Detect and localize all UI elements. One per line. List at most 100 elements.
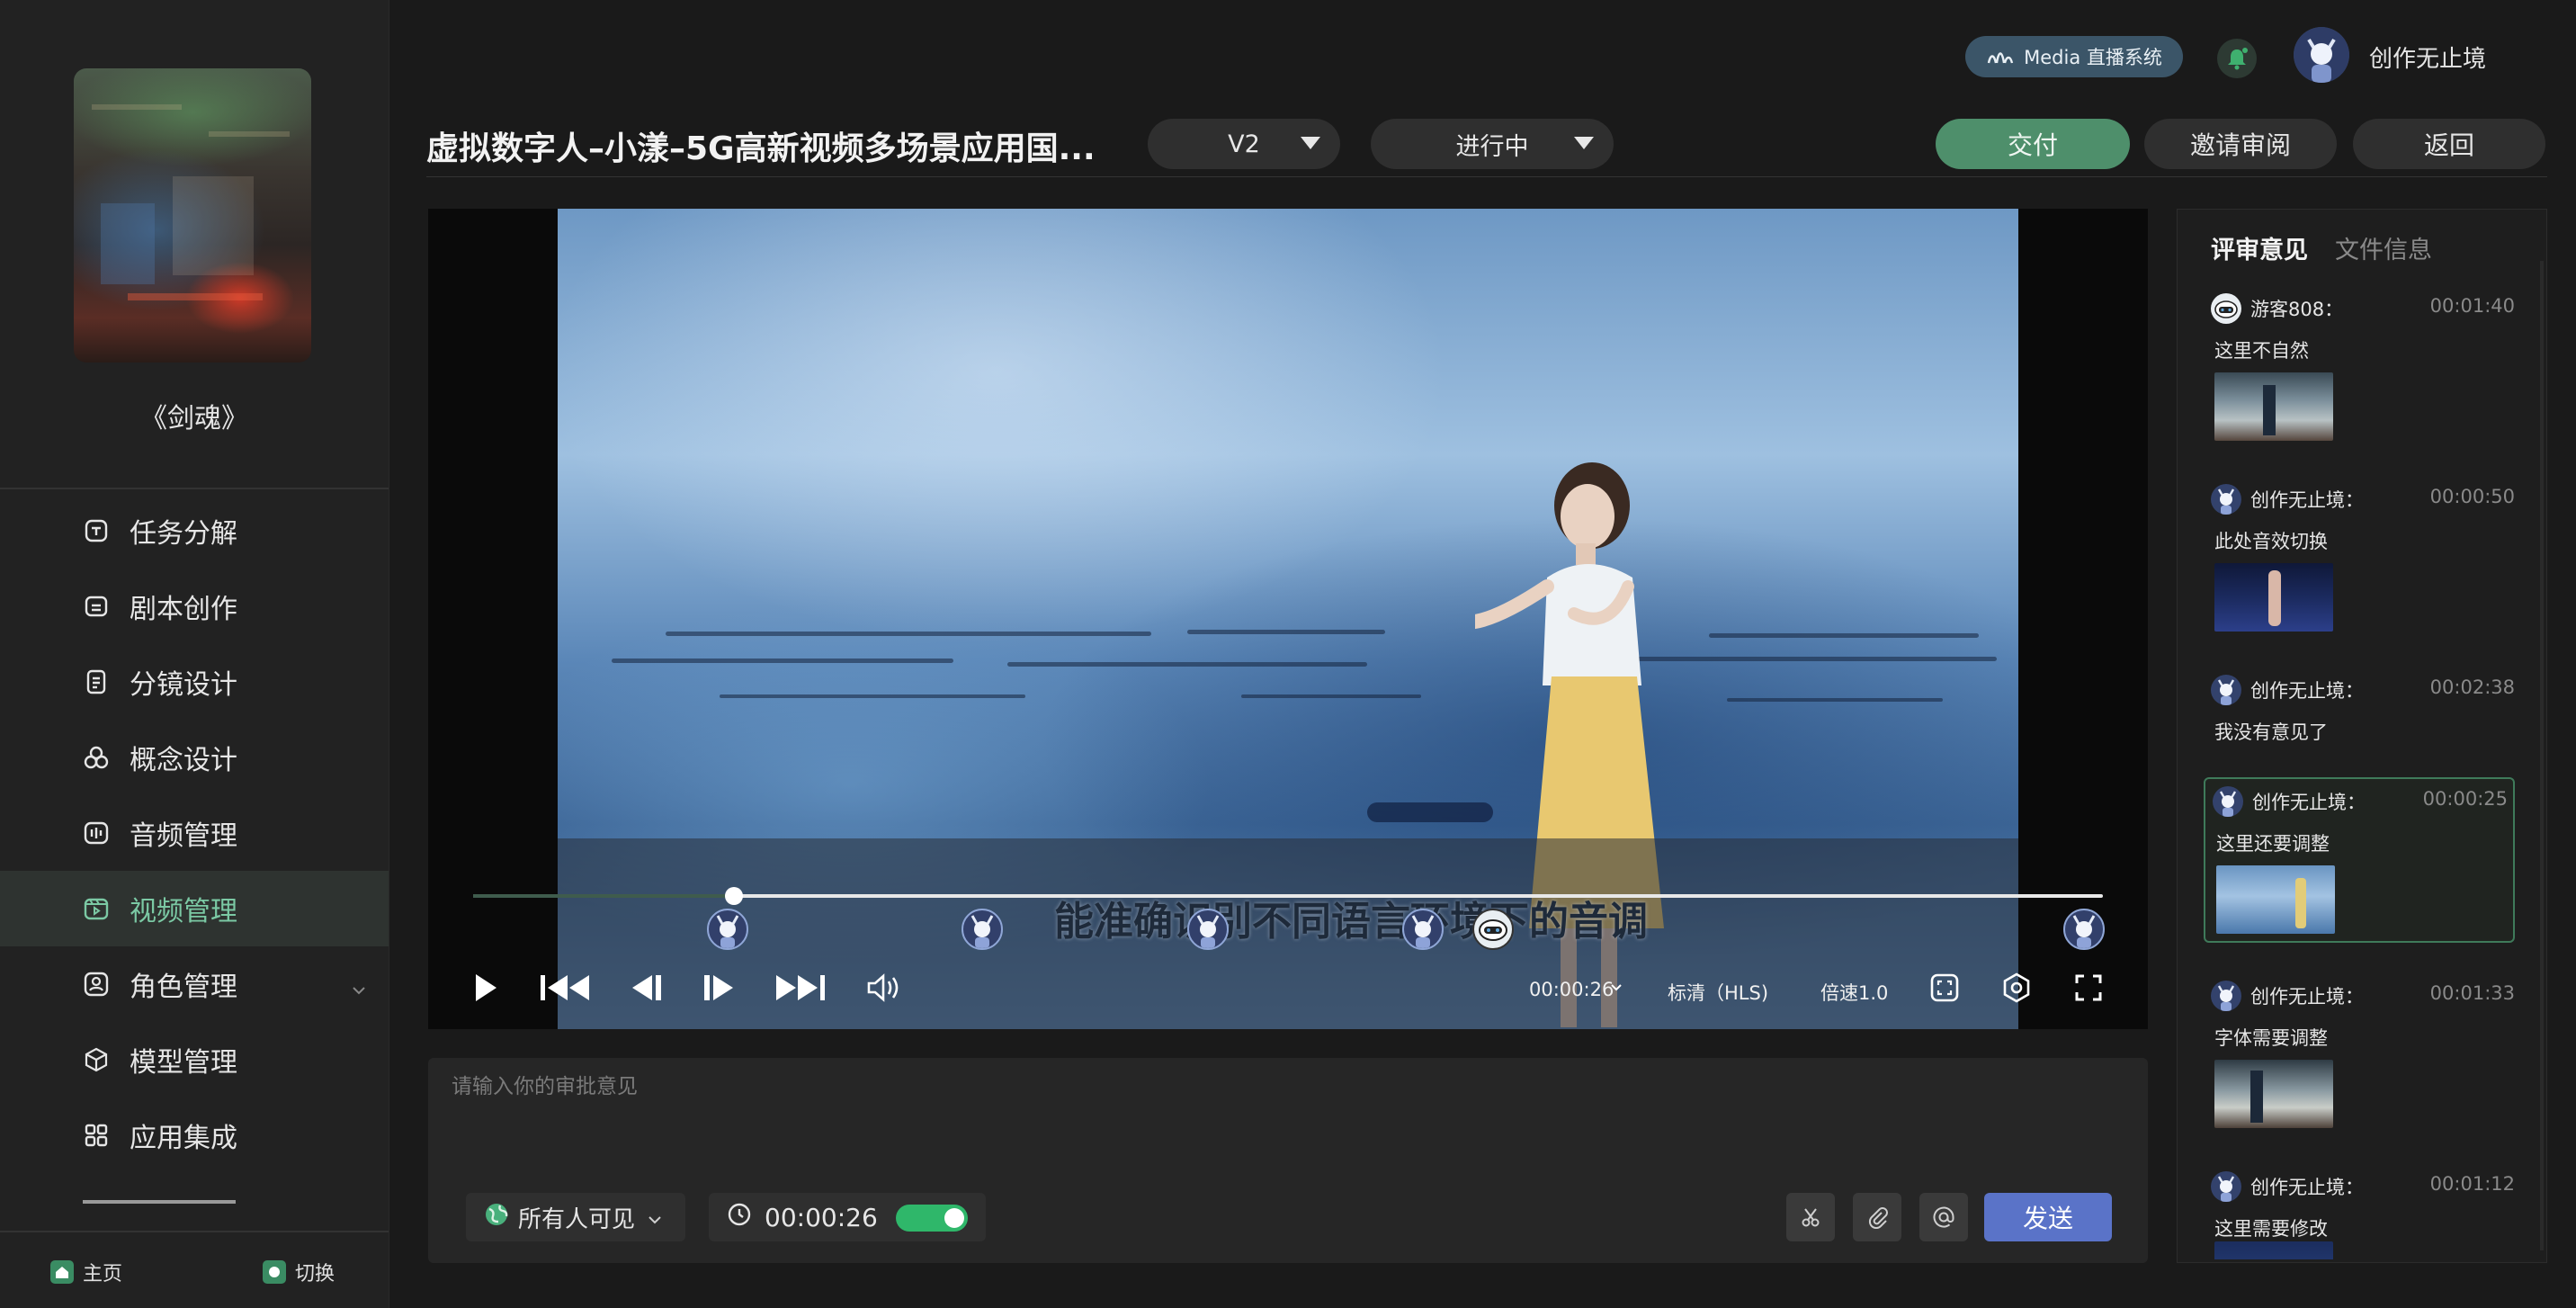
switch-label: 切换 [295, 1263, 335, 1286]
sidebar-item-model[interactable]: 模型管理 [0, 1022, 389, 1097]
sidebar-item-app[interactable]: 应用集成 [0, 1097, 389, 1173]
comment-time[interactable]: 00:00:50 [2430, 486, 2515, 507]
video-title: 虚拟数字人–小漾–5G高新视频多场景应用国... [426, 130, 1096, 167]
comment-thumbnail[interactable] [2216, 865, 2335, 934]
storyboard-icon [83, 668, 110, 695]
mention-icon[interactable] [1919, 1193, 1968, 1241]
review-comment[interactable]: 创作无止境： 00:01:12 这里需要修改 [2204, 1164, 2515, 1259]
comment-marker-guest[interactable] [1472, 909, 1514, 950]
task-icon [83, 517, 110, 544]
comment-time[interactable]: 00:01:33 [2430, 982, 2515, 1004]
chevron-down-icon [648, 1204, 662, 1231]
comment-text: 字体需要调整 [2214, 1027, 2328, 1049]
sidebar-item-role[interactable]: 角色管理 [0, 946, 389, 1022]
current-time[interactable]: 00:00:26 [1529, 979, 1614, 1000]
script-icon [83, 593, 110, 620]
chevron-down-icon[interactable] [1610, 982, 1623, 993]
review-comment[interactable]: 游客808： 00:01:40 这里不自然 [2204, 286, 2515, 453]
comment-thumbnail[interactable] [2214, 563, 2333, 632]
timestamp-toggle[interactable] [896, 1205, 968, 1232]
version-select[interactable]: V2 [1148, 119, 1340, 169]
user-avatar-small [2211, 484, 2241, 515]
sidebar-item-storyboard[interactable]: 分镜设计 [0, 644, 389, 720]
user-avatar-small [2211, 981, 2241, 1011]
comment-thumbnail[interactable] [2214, 372, 2333, 441]
comment-text: 此处音效切换 [2214, 531, 2328, 552]
comment-thumbnail[interactable] [2214, 1060, 2333, 1128]
timestamp-field[interactable]: 00:00:26 [709, 1193, 986, 1241]
home-button[interactable]: 主页 [50, 1258, 122, 1286]
comment-text: 这里不自然 [2214, 340, 2309, 362]
comment-thumbnail[interactable] [2214, 1241, 2333, 1259]
status-select[interactable]: 进行中 [1371, 119, 1614, 169]
step-back-icon[interactable] [628, 972, 666, 1004]
skip-back-icon[interactable] [538, 972, 592, 1004]
sidebar-item-task[interactable]: 任务分解 [0, 493, 389, 569]
sidebar-item-cut-off [83, 1196, 263, 1205]
username[interactable]: 创作无止境 [2369, 40, 2486, 74]
sidebar-item-label: 模型管理 [130, 1047, 237, 1079]
sidebar-item-label: 角色管理 [130, 972, 237, 1003]
sidebar-item-label: 剧本创作 [130, 594, 237, 625]
quality-select[interactable]: 标清（HLS) [1668, 979, 1768, 1006]
volume-icon[interactable] [865, 972, 901, 1004]
chevron-down-icon[interactable] [351, 972, 367, 1003]
sidebar-footer-divider [0, 1231, 389, 1232]
back-button[interactable]: 返回 [2353, 119, 2545, 169]
comment-marker[interactable] [707, 909, 748, 950]
skip-forward-icon[interactable] [774, 972, 827, 1004]
globe-icon [484, 1202, 509, 1233]
comment-time[interactable]: 00:01:40 [2430, 295, 2515, 317]
comment-author: 创作无止境： [2250, 986, 2364, 1008]
review-comment-selected[interactable]: 创作无止境： 00:00:25 这里还要调整 [2204, 777, 2515, 943]
step-forward-icon[interactable] [700, 972, 738, 1004]
send-button[interactable]: 发送 [1984, 1193, 2112, 1241]
deliver-button[interactable]: 交付 [1936, 119, 2130, 169]
concept-icon [83, 744, 110, 771]
comment-author: 创作无止境： [2250, 489, 2364, 511]
clock-icon [727, 1202, 752, 1233]
user-avatar[interactable] [2294, 27, 2349, 83]
user-avatar-small [2211, 675, 2241, 705]
comment-author: 创作无止境： [2252, 792, 2366, 813]
comment-marker[interactable] [962, 909, 1003, 950]
timestamp-value: 00:00:26 [765, 1202, 878, 1232]
review-comment[interactable]: 创作无止境： 00:00:50 此处音效切换 [2204, 477, 2515, 644]
sidebar-item-label: 概念设计 [130, 745, 237, 776]
fullscreen-icon[interactable] [2072, 972, 2105, 1004]
guest-avatar [2211, 293, 2241, 324]
visibility-select[interactable]: 所有人可见 [466, 1193, 685, 1241]
review-panel-scrollbar[interactable] [2540, 261, 2544, 1250]
comment-time[interactable]: 00:02:38 [2430, 676, 2515, 698]
speed-select[interactable]: 倍速1.0 [1820, 979, 1888, 1006]
media-system-badge[interactable]: Media 直播系统 [1965, 36, 2183, 77]
tab-review-comments[interactable]: 评审意见 [2211, 230, 2308, 265]
comment-time[interactable]: 00:01:12 [2430, 1173, 2515, 1195]
sidebar-item-label: 应用集成 [130, 1123, 237, 1154]
caret-down-icon [1301, 137, 1320, 149]
review-comment[interactable]: 创作无止境： 00:02:38 我没有意见了 [2204, 667, 2515, 763]
switch-button[interactable]: 切换 [263, 1258, 335, 1286]
project-cover-image[interactable] [74, 68, 311, 363]
attachment-icon[interactable] [1853, 1193, 1901, 1241]
comment-text: 这里需要修改 [2214, 1218, 2328, 1240]
invite-review-button[interactable]: 邀请审阅 [2144, 119, 2337, 169]
comment-time[interactable]: 00:00:25 [2423, 788, 2508, 810]
settings-gear-icon[interactable] [2000, 972, 2033, 1004]
comment-marker[interactable] [2063, 909, 2105, 950]
play-icon[interactable] [471, 972, 500, 1004]
picture-in-picture-icon[interactable] [1928, 972, 1961, 1004]
sidebar-item-audio[interactable]: 音频管理 [0, 795, 389, 871]
review-comment[interactable]: 创作无止境： 00:01:33 字体需要调整 [2204, 973, 2515, 1141]
comment-marker[interactable] [1402, 909, 1444, 950]
visibility-label: 所有人可见 [518, 1205, 636, 1233]
tab-file-info[interactable]: 文件信息 [2335, 230, 2432, 265]
notification-bell-icon[interactable] [2217, 39, 2257, 78]
home-icon [50, 1260, 74, 1284]
user-avatar-small [2213, 786, 2243, 817]
sidebar-item-script[interactable]: 剧本创作 [0, 569, 389, 644]
scissors-icon[interactable] [1786, 1193, 1835, 1241]
progress-handle[interactable] [724, 887, 743, 905]
sidebar-item-concept[interactable]: 概念设计 [0, 720, 389, 795]
comment-marker[interactable] [1187, 909, 1229, 950]
